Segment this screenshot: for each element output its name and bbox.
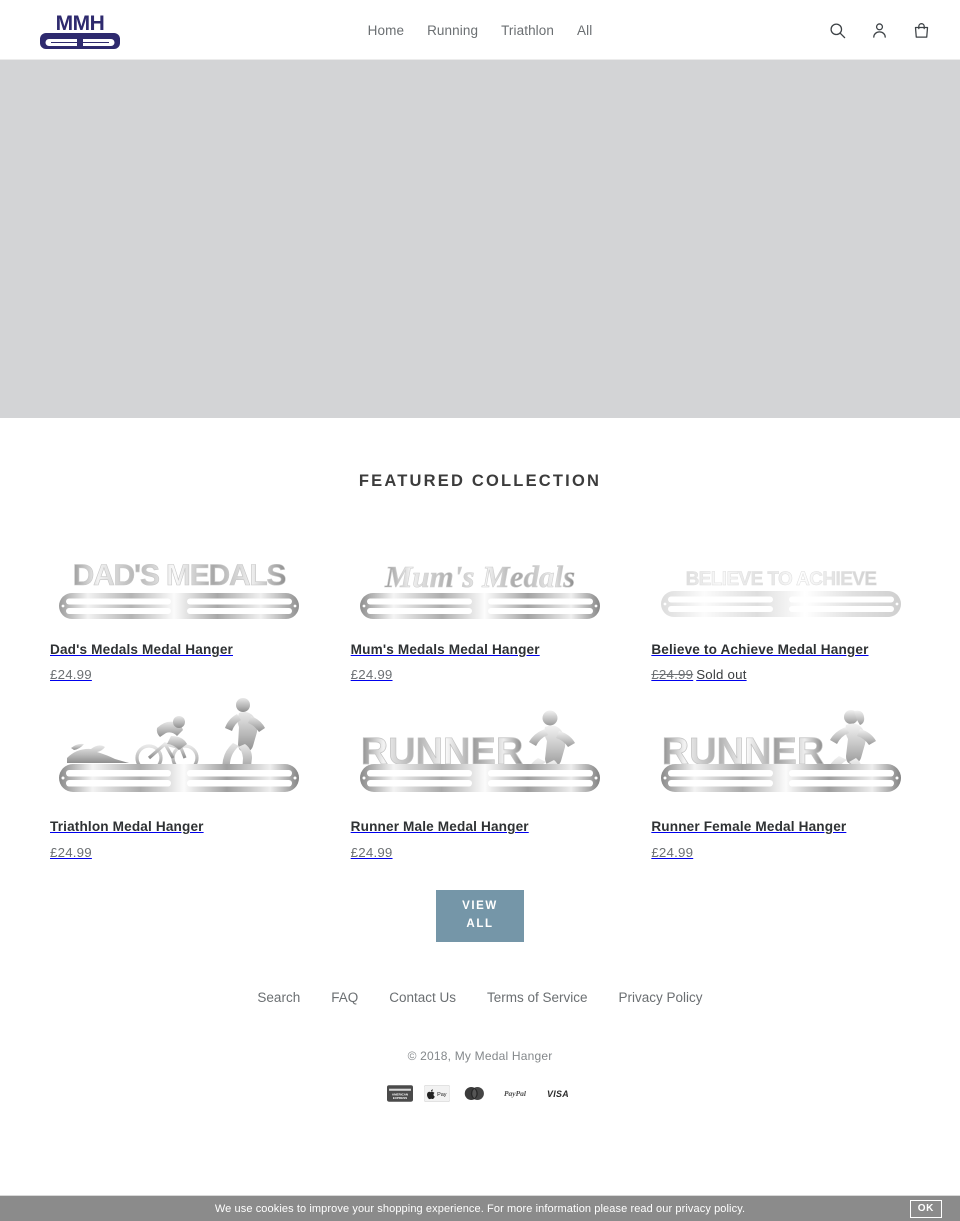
product-price: £24.99: [50, 667, 92, 682]
product-title: Triathlon Medal Hanger: [50, 819, 204, 835]
product-price: £24.99: [651, 845, 693, 860]
svg-text:DAD'S MEDALS: DAD'S MEDALS: [73, 559, 286, 592]
product-price: £24.99: [351, 667, 393, 682]
paypal-icon: PayPal: [498, 1085, 532, 1102]
search-icon[interactable]: [826, 19, 848, 41]
featured-collection-section: Featured collection DAD'S MEDALS: [0, 418, 960, 942]
price-value: £24.99: [350, 844, 393, 860]
payment-methods: AMERICAN EXPRESS Pay PayPal VISA: [0, 1084, 960, 1102]
site-footer: Search FAQ Contact Us Terms of Service P…: [0, 990, 960, 1112]
footer-link-contact-us[interactable]: Contact Us: [389, 990, 456, 1005]
view-all-container: View All: [0, 889, 960, 942]
footer-link-terms-of-service[interactable]: Terms of Service: [487, 990, 588, 1005]
footer-link-faq[interactable]: FAQ: [331, 990, 358, 1005]
product-card-triathlon[interactable]: Triathlon Medal Hanger £24.99: [40, 682, 319, 860]
product-title: Dad's Medals Medal Hanger: [50, 642, 233, 657]
product-image-dads-medals: DAD'S MEDALS: [50, 525, 309, 633]
svg-text:VISA: VISA: [547, 1089, 569, 1099]
cart-icon[interactable]: [910, 19, 932, 41]
nav-item-running[interactable]: Running: [427, 23, 478, 38]
product-title: Runner Male Medal Hanger: [350, 819, 529, 835]
visa-icon: VISA: [543, 1085, 573, 1102]
nav-item-all[interactable]: All: [577, 23, 592, 38]
mastercard-icon: [461, 1085, 487, 1102]
price-value: £24.99: [651, 844, 694, 860]
product-card-runner-female[interactable]: RUNNER Runner Female Medal Hanger £24.99: [641, 682, 920, 860]
nav-item-home[interactable]: Home: [368, 23, 404, 38]
product-card-dads-medals[interactable]: DAD'S MEDALS Dad's Medals Medal Hanger £…: [40, 525, 319, 682]
svg-text:EXPRESS: EXPRESS: [393, 1096, 407, 1100]
product-title: Mum's Medals Medal Hanger: [350, 642, 540, 657]
primary-navigation: Home Running Triathlon All: [0, 0, 960, 60]
account-icon[interactable]: [868, 19, 890, 41]
nav-item-triathlon[interactable]: Triathlon: [501, 23, 554, 38]
price-value: £24.99: [50, 844, 92, 860]
view-all-button[interactable]: View All: [436, 889, 524, 942]
header-actions: [826, 0, 932, 60]
hero-banner-image: [0, 60, 960, 418]
product-image-mums-medals: Mum's Medals: [351, 525, 610, 633]
view-all-line-1: View: [462, 900, 498, 913]
product-card-mums-medals[interactable]: Mum's Medals Mum's Medals Medal Hanger £…: [341, 525, 620, 682]
price-value: £24.99: [50, 667, 92, 683]
apple-pay-icon: Pay: [424, 1084, 450, 1102]
view-all-line-2: All: [466, 917, 494, 930]
product-card-believe-to-achieve[interactable]: BELIEVE TO ACHIEVE Believe to Achieve Me…: [641, 525, 920, 682]
cookie-accept-button[interactable]: OK: [909, 1199, 942, 1218]
footer-navigation: Search FAQ Contact Us Terms of Service P…: [0, 990, 960, 1005]
product-card-runner-male[interactable]: RUNNER Runner Male Medal Hanger £24.99: [341, 682, 620, 860]
cookie-consent-bar: We use cookies to improve your shopping …: [0, 1195, 960, 1221]
footer-link-search[interactable]: Search: [257, 990, 300, 1005]
product-price: £24.99 Sold out: [651, 667, 746, 682]
product-grid: DAD'S MEDALS Dad's Medals Medal Hanger £…: [40, 525, 920, 860]
copyright-text: © 2018, My Medal Hanger: [407, 1048, 553, 1063]
section-title: Featured collection: [358, 472, 602, 490]
price-original: £24.99: [651, 667, 694, 683]
product-title: Runner Female Medal Hanger: [651, 819, 847, 835]
svg-text:PayPal: PayPal: [504, 1089, 527, 1098]
amex-icon: AMERICAN EXPRESS: [387, 1084, 413, 1102]
product-image-triathlon: [50, 682, 309, 810]
footer-link-privacy-policy[interactable]: Privacy Policy: [619, 990, 703, 1005]
sold-out-badge: Sold out: [696, 667, 747, 683]
price-value: £24.99: [350, 667, 393, 683]
cookie-message: We use cookies to improve your shopping …: [214, 1202, 746, 1215]
svg-text:BELIEVE TO ACHIEVE: BELIEVE TO ACHIEVE: [685, 569, 876, 590]
product-title: Believe to Achieve Medal Hanger: [651, 642, 869, 657]
site-header: MMH Home Running Triathlon All: [0, 0, 960, 60]
product-price: £24.99: [50, 845, 92, 860]
svg-text:Mum's Medals: Mum's Medals: [384, 559, 575, 594]
product-image-believe-to-achieve: BELIEVE TO ACHIEVE: [651, 525, 910, 633]
svg-text:Pay: Pay: [437, 1092, 447, 1098]
product-image-runner-female: RUNNER: [651, 682, 910, 810]
product-image-runner-male: RUNNER: [351, 682, 610, 810]
product-price: £24.99: [351, 845, 393, 860]
